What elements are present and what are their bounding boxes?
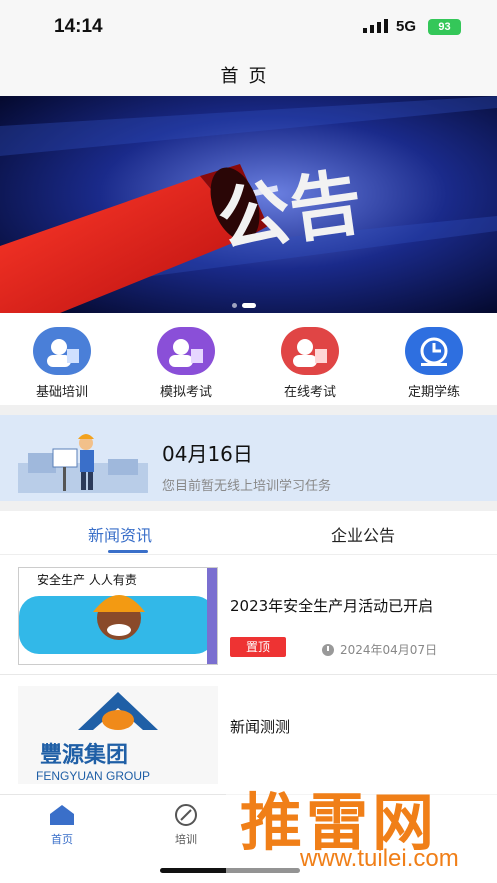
news-date-text: 2024年04月07日 (340, 643, 438, 657)
watermark-url: www.tuilei.com (300, 845, 459, 872)
quick-item-mock-exam[interactable]: 模拟考试 (141, 327, 231, 400)
quick-item-basic-training[interactable]: 基础培训 (17, 327, 107, 400)
thumb-caption-en: FENGYUAN GROUP (36, 769, 150, 783)
regular-practice-icon (405, 327, 463, 375)
network-type: 5G (396, 18, 417, 35)
news-tabs: 新闻资讯 企业公告 (0, 511, 497, 555)
tabbar-home[interactable]: 首页 (32, 803, 92, 847)
basic-training-icon (33, 327, 91, 375)
quick-label: 定期学练 (407, 385, 460, 400)
tabbar-train[interactable]: 培训 (156, 803, 216, 847)
quick-item-online-exam[interactable]: 在线考试 (265, 327, 355, 400)
news-thumbnail: 安全生产 人人有责 (18, 567, 218, 665)
tab-active-indicator (108, 550, 148, 553)
status-time: 14:14 (54, 16, 103, 37)
signal-icon (363, 19, 388, 33)
carousel-dots (232, 302, 256, 308)
quick-item-regular-practice[interactable]: 定期学练 (389, 327, 479, 400)
quick-label: 在线考试 (283, 385, 336, 400)
tabbar-train-label: 培训 (175, 833, 197, 846)
status-bar: 14:14 5G 93 (0, 0, 497, 50)
task-card[interactable]: 04月16日 您目前暂无线上培训学习任务 (0, 415, 497, 501)
carousel-dot-active (242, 302, 256, 308)
news-thumbnail: 豐源集团 FENGYUAN GROUP (18, 686, 218, 784)
news-title: 新闻测测 (230, 718, 291, 736)
news-title: 2023年安全生产月活动已开启 (230, 597, 434, 615)
divider (0, 501, 497, 511)
quick-label: 模拟考试 (159, 385, 212, 400)
page-title: 首页 (220, 66, 277, 87)
thumb-caption: 安全生产 人人有责 (37, 572, 137, 587)
task-description: 您目前暂无线上培训学习任务 (162, 479, 332, 494)
banner-carousel[interactable]: 公告 (0, 96, 497, 313)
worker-illustration (18, 434, 148, 493)
clock-icon (322, 643, 334, 656)
tab-notice[interactable]: 企业公告 (331, 522, 395, 546)
news-item[interactable]: 安全生产 人人有责 2023年安全生产月活动已开启 置顶 2024年04月07日 (0, 555, 497, 675)
mock-exam-icon (157, 327, 215, 375)
task-date: 04月16日 (162, 442, 253, 466)
nav-bar: 首页 (0, 50, 497, 96)
battery-icon: 93 (428, 19, 461, 35)
tab-news[interactable]: 新闻资讯 (88, 522, 152, 546)
tabbar-home-label: 首页 (51, 833, 73, 846)
home-icon (47, 803, 77, 827)
divider (0, 405, 497, 415)
quick-label: 基础培训 (35, 385, 88, 400)
banner-image: 公告 (0, 96, 497, 313)
thumb-caption: 豐源集团 (40, 742, 128, 768)
pinned-badge: 置顶 (230, 637, 286, 657)
compass-icon (171, 803, 201, 827)
online-exam-icon (281, 327, 339, 375)
news-date: 2024年04月07日 (322, 641, 437, 658)
quick-menu: 基础培训 模拟考试 在线考试 定期学练 (0, 313, 497, 405)
carousel-dot (232, 302, 237, 308)
